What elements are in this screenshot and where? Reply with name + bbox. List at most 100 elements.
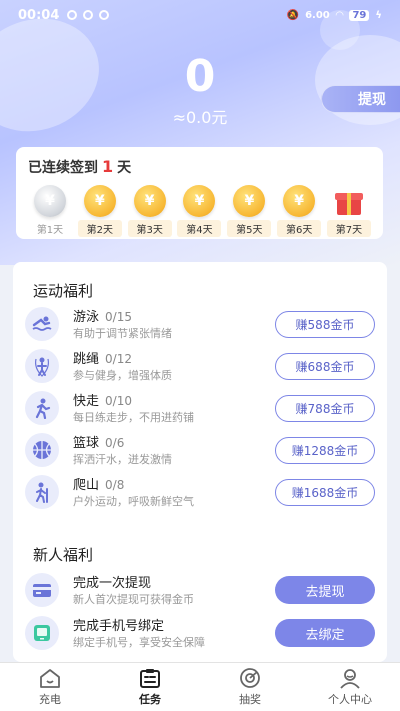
task-progress: 0/6 — [105, 436, 125, 450]
earn-button[interactable]: 赚588金币 — [275, 311, 375, 338]
signin-day-1[interactable]: ¥ 第1天 — [28, 185, 72, 237]
sports-title: 运动福利 — [33, 282, 94, 300]
day-label: 第7天 — [326, 220, 371, 237]
signin-day-4[interactable]: ¥ 第4天 — [177, 185, 222, 237]
task-progress: 0/12 — [105, 352, 132, 366]
newbie-title: 新人福利 — [33, 546, 94, 564]
signin-day-7[interactable]: 第7天 — [326, 185, 371, 237]
hiking-icon — [25, 475, 59, 509]
withdraw-button[interactable]: 提现 — [321, 85, 400, 113]
chat-icon — [83, 10, 94, 20]
mute-icon: 🔕 — [286, 9, 300, 21]
basketball-icon — [25, 433, 59, 467]
earn-button[interactable]: 赚688金币 — [275, 353, 375, 380]
task-name: 跳绳 0/12 — [73, 348, 132, 367]
task-first-withdraw: 完成一次提现 新人首次提现可获得金币 去提现 — [25, 569, 375, 611]
task-walking: 快走 0/10 每日练走步，不用进药铺 赚788金币 — [25, 387, 375, 429]
task-basketball: 篮球 0/6 挥洒汗水，迸发激情 赚1288金币 — [25, 429, 375, 471]
task-title: 游泳 — [73, 310, 100, 325]
task-name: 游泳 0/15 — [73, 306, 132, 325]
coin-icon: ¥ — [34, 185, 66, 217]
task-desc: 新人首次提现可获得金币 — [73, 593, 194, 606]
task-icon — [140, 669, 160, 688]
phone-icon — [25, 616, 59, 650]
signin-suffix: 天 — [117, 160, 132, 176]
coin-icon: ¥ — [133, 185, 166, 217]
status-bar: 00:04 🔕 6.00 ◠ 79 ϟ — [0, 0, 400, 30]
day-label: 第6天 — [277, 220, 322, 237]
task-name: 爬山 0/8 — [73, 474, 124, 493]
task-hiking: 爬山 0/8 户外运动，呼吸新鲜空气 赚1688金币 — [25, 471, 375, 513]
signin-days: 1 — [102, 157, 114, 176]
day-label: 第5天 — [227, 220, 272, 237]
tab-bar: 充电 任务 抽奖 个人中心 — [0, 662, 400, 711]
signin-day-3[interactable]: ¥ 第3天 — [127, 185, 172, 237]
coin-icon: ¥ — [233, 185, 266, 217]
task-title: 跳绳 — [73, 352, 100, 367]
tab-charge[interactable]: 充电 — [0, 663, 100, 711]
earn-button[interactable]: 赚1288金币 — [275, 437, 375, 464]
task-progress: 0/8 — [105, 478, 125, 492]
lottery-icon — [240, 668, 260, 688]
task-desc: 每日练走步，不用进药铺 — [73, 411, 194, 424]
task-title: 完成一次提现 — [73, 576, 152, 591]
signin-day-6[interactable]: ¥ 第6天 — [277, 185, 322, 237]
tab-label: 抽奖 — [239, 693, 261, 706]
task-name: 篮球 0/6 — [73, 432, 124, 451]
task-swimming: 游泳 0/15 有助于调节紧张情绪 赚588金币 — [25, 303, 375, 345]
task-desc: 户外运动，呼吸新鲜空气 — [73, 495, 194, 508]
system-icons: 🔕 6.00 ◠ 79 ϟ — [286, 9, 382, 21]
task-name: 快走 0/10 — [73, 390, 132, 409]
task-title: 完成手机号绑定 — [73, 619, 165, 634]
signin-days-row: ¥ 第1天 ¥ 第2天 ¥ 第3天 ¥ 第4天 ¥ 第5天 ¥ 第6天 第7天 — [28, 185, 371, 237]
jump-rope-icon — [25, 349, 59, 383]
profile-icon — [340, 669, 360, 689]
tab-label: 充电 — [39, 693, 61, 706]
tab-label: 任务 — [139, 693, 161, 706]
swimming-icon — [25, 307, 59, 341]
task-bind-phone: 完成手机号绑定 绑定手机号，享受安全保障 去绑定 — [25, 612, 375, 654]
earn-button[interactable]: 赚788金币 — [275, 395, 375, 422]
card-icon — [25, 573, 59, 607]
day-label: 第2天 — [77, 220, 122, 237]
tab-lottery[interactable]: 抽奖 — [200, 663, 300, 711]
app-icon — [99, 10, 110, 20]
notification-icon — [67, 10, 78, 20]
task-title: 篮球 — [73, 436, 100, 451]
go-bind-button[interactable]: 去绑定 — [275, 619, 375, 647]
wifi-icon: ◠ — [335, 9, 344, 21]
day-label: 第1天 — [36, 225, 64, 236]
task-desc: 挥洒汗水，迸发激情 — [73, 453, 172, 466]
battery-icon: 79 — [349, 9, 370, 21]
task-jump-rope: 跳绳 0/12 参与健身，增强体质 赚688金币 — [25, 345, 375, 387]
signin-day-2[interactable]: ¥ 第2天 — [77, 185, 122, 237]
task-desc: 参与健身，增强体质 — [73, 369, 172, 382]
signin-prefix: 已连续签到 — [28, 160, 98, 176]
tab-profile[interactable]: 个人中心 — [300, 663, 400, 711]
task-desc: 绑定手机号，享受安全保障 — [73, 636, 205, 649]
signin-card: 已连续签到 1 天 ¥ 第1天 ¥ 第2天 ¥ 第3天 ¥ 第4天 ¥ 第5天 ¥ … — [16, 147, 383, 239]
notification-icons — [67, 10, 110, 20]
status-time: 00:04 — [18, 7, 60, 23]
charging-icon: ϟ — [375, 9, 382, 21]
walking-icon — [25, 391, 59, 425]
earn-button[interactable]: 赚1688金币 — [275, 479, 375, 506]
day-label: 第3天 — [127, 220, 172, 237]
tasks-card: 运动福利 游泳 0/15 有助于调节紧张情绪 赚588金币 跳绳 0/12 参与健身… — [13, 262, 387, 662]
task-progress: 0/10 — [105, 394, 132, 408]
network-speed: 6.00 — [305, 9, 330, 21]
task-title: 爬山 — [73, 478, 100, 493]
signin-day-5[interactable]: ¥ 第5天 — [227, 185, 272, 237]
go-withdraw-button[interactable]: 去提现 — [275, 576, 375, 604]
home-icon — [40, 669, 60, 688]
task-title: 快走 — [73, 394, 100, 409]
tab-label: 个人中心 — [328, 693, 372, 706]
coin-icon: ¥ — [283, 185, 316, 217]
withdraw-label: 提现 — [358, 92, 386, 108]
coin-icon: ¥ — [83, 185, 116, 217]
gift-icon — [333, 185, 365, 217]
day-label: 第4天 — [177, 220, 222, 237]
task-progress: 0/15 — [105, 310, 132, 324]
task-desc: 有助于调节紧张情绪 — [73, 327, 172, 340]
tab-tasks[interactable]: 任务 — [100, 663, 200, 711]
